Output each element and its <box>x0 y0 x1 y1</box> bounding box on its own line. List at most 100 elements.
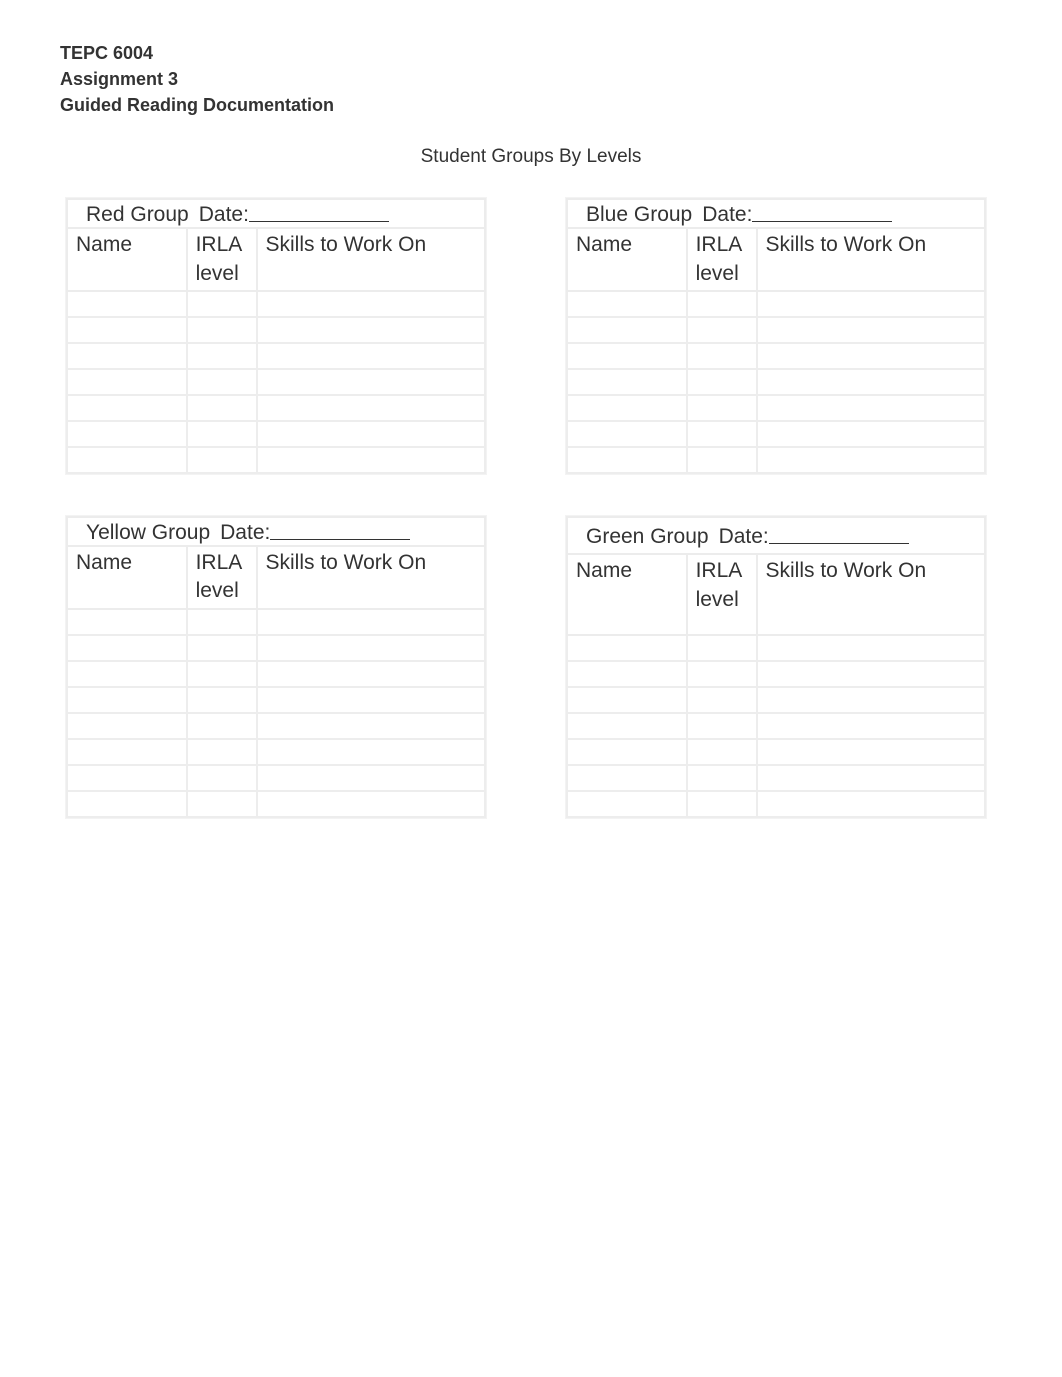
empty-cell[interactable] <box>757 447 986 473</box>
empty-cell[interactable] <box>67 609 187 635</box>
empty-cell[interactable] <box>257 291 486 317</box>
empty-cell[interactable] <box>687 447 757 473</box>
empty-cell[interactable] <box>567 791 687 817</box>
date-input-line[interactable] <box>270 539 410 540</box>
empty-cell[interactable] <box>687 291 757 317</box>
empty-cell[interactable] <box>187 635 257 661</box>
empty-cell[interactable] <box>67 447 187 473</box>
empty-cell[interactable] <box>187 661 257 687</box>
empty-cell[interactable] <box>67 395 187 421</box>
empty-cell[interactable] <box>757 635 986 661</box>
empty-cell[interactable] <box>687 791 757 817</box>
empty-cell[interactable] <box>567 687 687 713</box>
empty-cell[interactable] <box>187 343 257 369</box>
empty-cell[interactable] <box>567 765 687 791</box>
empty-cell[interactable] <box>67 317 187 343</box>
empty-cell[interactable] <box>687 635 757 661</box>
col-header-skills: Skills to Work On <box>757 554 986 634</box>
groups-container: Red GroupDate:NameIRLA levelSkills to Wo… <box>60 198 1002 817</box>
empty-cell[interactable] <box>567 661 687 687</box>
empty-cell[interactable] <box>187 291 257 317</box>
empty-cell[interactable] <box>187 765 257 791</box>
empty-cell[interactable] <box>757 369 986 395</box>
empty-cell[interactable] <box>687 421 757 447</box>
empty-cell[interactable] <box>567 635 687 661</box>
empty-cell[interactable] <box>567 291 687 317</box>
empty-cell[interactable] <box>257 765 486 791</box>
empty-cell[interactable] <box>257 369 486 395</box>
empty-cell[interactable] <box>757 343 986 369</box>
empty-cell[interactable] <box>687 739 757 765</box>
empty-cell[interactable] <box>187 739 257 765</box>
empty-cell[interactable] <box>257 635 486 661</box>
empty-cell[interactable] <box>67 765 187 791</box>
date-input-line[interactable] <box>752 221 892 222</box>
empty-cell[interactable] <box>257 447 486 473</box>
empty-cell[interactable] <box>257 739 486 765</box>
empty-cell[interactable] <box>757 421 986 447</box>
empty-cell[interactable] <box>687 765 757 791</box>
empty-cell[interactable] <box>257 317 486 343</box>
empty-cell[interactable] <box>567 395 687 421</box>
empty-cell[interactable] <box>687 317 757 343</box>
empty-cell[interactable] <box>567 343 687 369</box>
empty-cell[interactable] <box>257 791 486 817</box>
empty-cell[interactable] <box>67 661 187 687</box>
empty-cell[interactable] <box>187 713 257 739</box>
date-input-line[interactable] <box>769 543 909 544</box>
empty-cell[interactable] <box>757 687 986 713</box>
table-row <box>67 713 485 739</box>
empty-cell[interactable] <box>567 421 687 447</box>
empty-cell[interactable] <box>257 687 486 713</box>
empty-cell[interactable] <box>257 713 486 739</box>
empty-cell[interactable] <box>757 317 986 343</box>
empty-cell[interactable] <box>187 609 257 635</box>
empty-cell[interactable] <box>257 609 486 635</box>
empty-cell[interactable] <box>257 421 486 447</box>
empty-cell[interactable] <box>187 369 257 395</box>
empty-cell[interactable] <box>67 713 187 739</box>
empty-cell[interactable] <box>687 395 757 421</box>
table-row <box>567 421 985 447</box>
empty-cell[interactable] <box>757 739 986 765</box>
empty-cell[interactable] <box>187 791 257 817</box>
empty-cell[interactable] <box>187 421 257 447</box>
empty-cell[interactable] <box>67 791 187 817</box>
empty-cell[interactable] <box>687 687 757 713</box>
empty-cell[interactable] <box>567 317 687 343</box>
date-input-line[interactable] <box>249 221 389 222</box>
empty-cell[interactable] <box>67 343 187 369</box>
empty-cell[interactable] <box>757 791 986 817</box>
empty-cell[interactable] <box>67 635 187 661</box>
empty-cell[interactable] <box>687 343 757 369</box>
empty-cell[interactable] <box>757 291 986 317</box>
empty-cell[interactable] <box>757 661 986 687</box>
empty-cell[interactable] <box>687 661 757 687</box>
empty-cell[interactable] <box>567 739 687 765</box>
empty-cell[interactable] <box>187 395 257 421</box>
group-label: Blue Group <box>586 203 692 227</box>
empty-cell[interactable] <box>567 447 687 473</box>
date-label: Date: <box>220 521 270 545</box>
empty-cell[interactable] <box>187 317 257 343</box>
empty-cell[interactable] <box>187 447 257 473</box>
table-row <box>67 395 485 421</box>
empty-cell[interactable] <box>757 713 986 739</box>
empty-cell[interactable] <box>67 739 187 765</box>
empty-cell[interactable] <box>67 687 187 713</box>
empty-cell[interactable] <box>257 343 486 369</box>
empty-cell[interactable] <box>257 661 486 687</box>
table-row <box>567 291 985 317</box>
empty-cell[interactable] <box>67 421 187 447</box>
empty-cell[interactable] <box>757 395 986 421</box>
empty-cell[interactable] <box>687 369 757 395</box>
empty-cell[interactable] <box>567 713 687 739</box>
empty-cell[interactable] <box>67 369 187 395</box>
empty-cell[interactable] <box>187 687 257 713</box>
empty-cell[interactable] <box>257 395 486 421</box>
col-header-irla: IRLA level <box>187 546 257 609</box>
empty-cell[interactable] <box>67 291 187 317</box>
empty-cell[interactable] <box>687 713 757 739</box>
empty-cell[interactable] <box>567 369 687 395</box>
empty-cell[interactable] <box>757 765 986 791</box>
